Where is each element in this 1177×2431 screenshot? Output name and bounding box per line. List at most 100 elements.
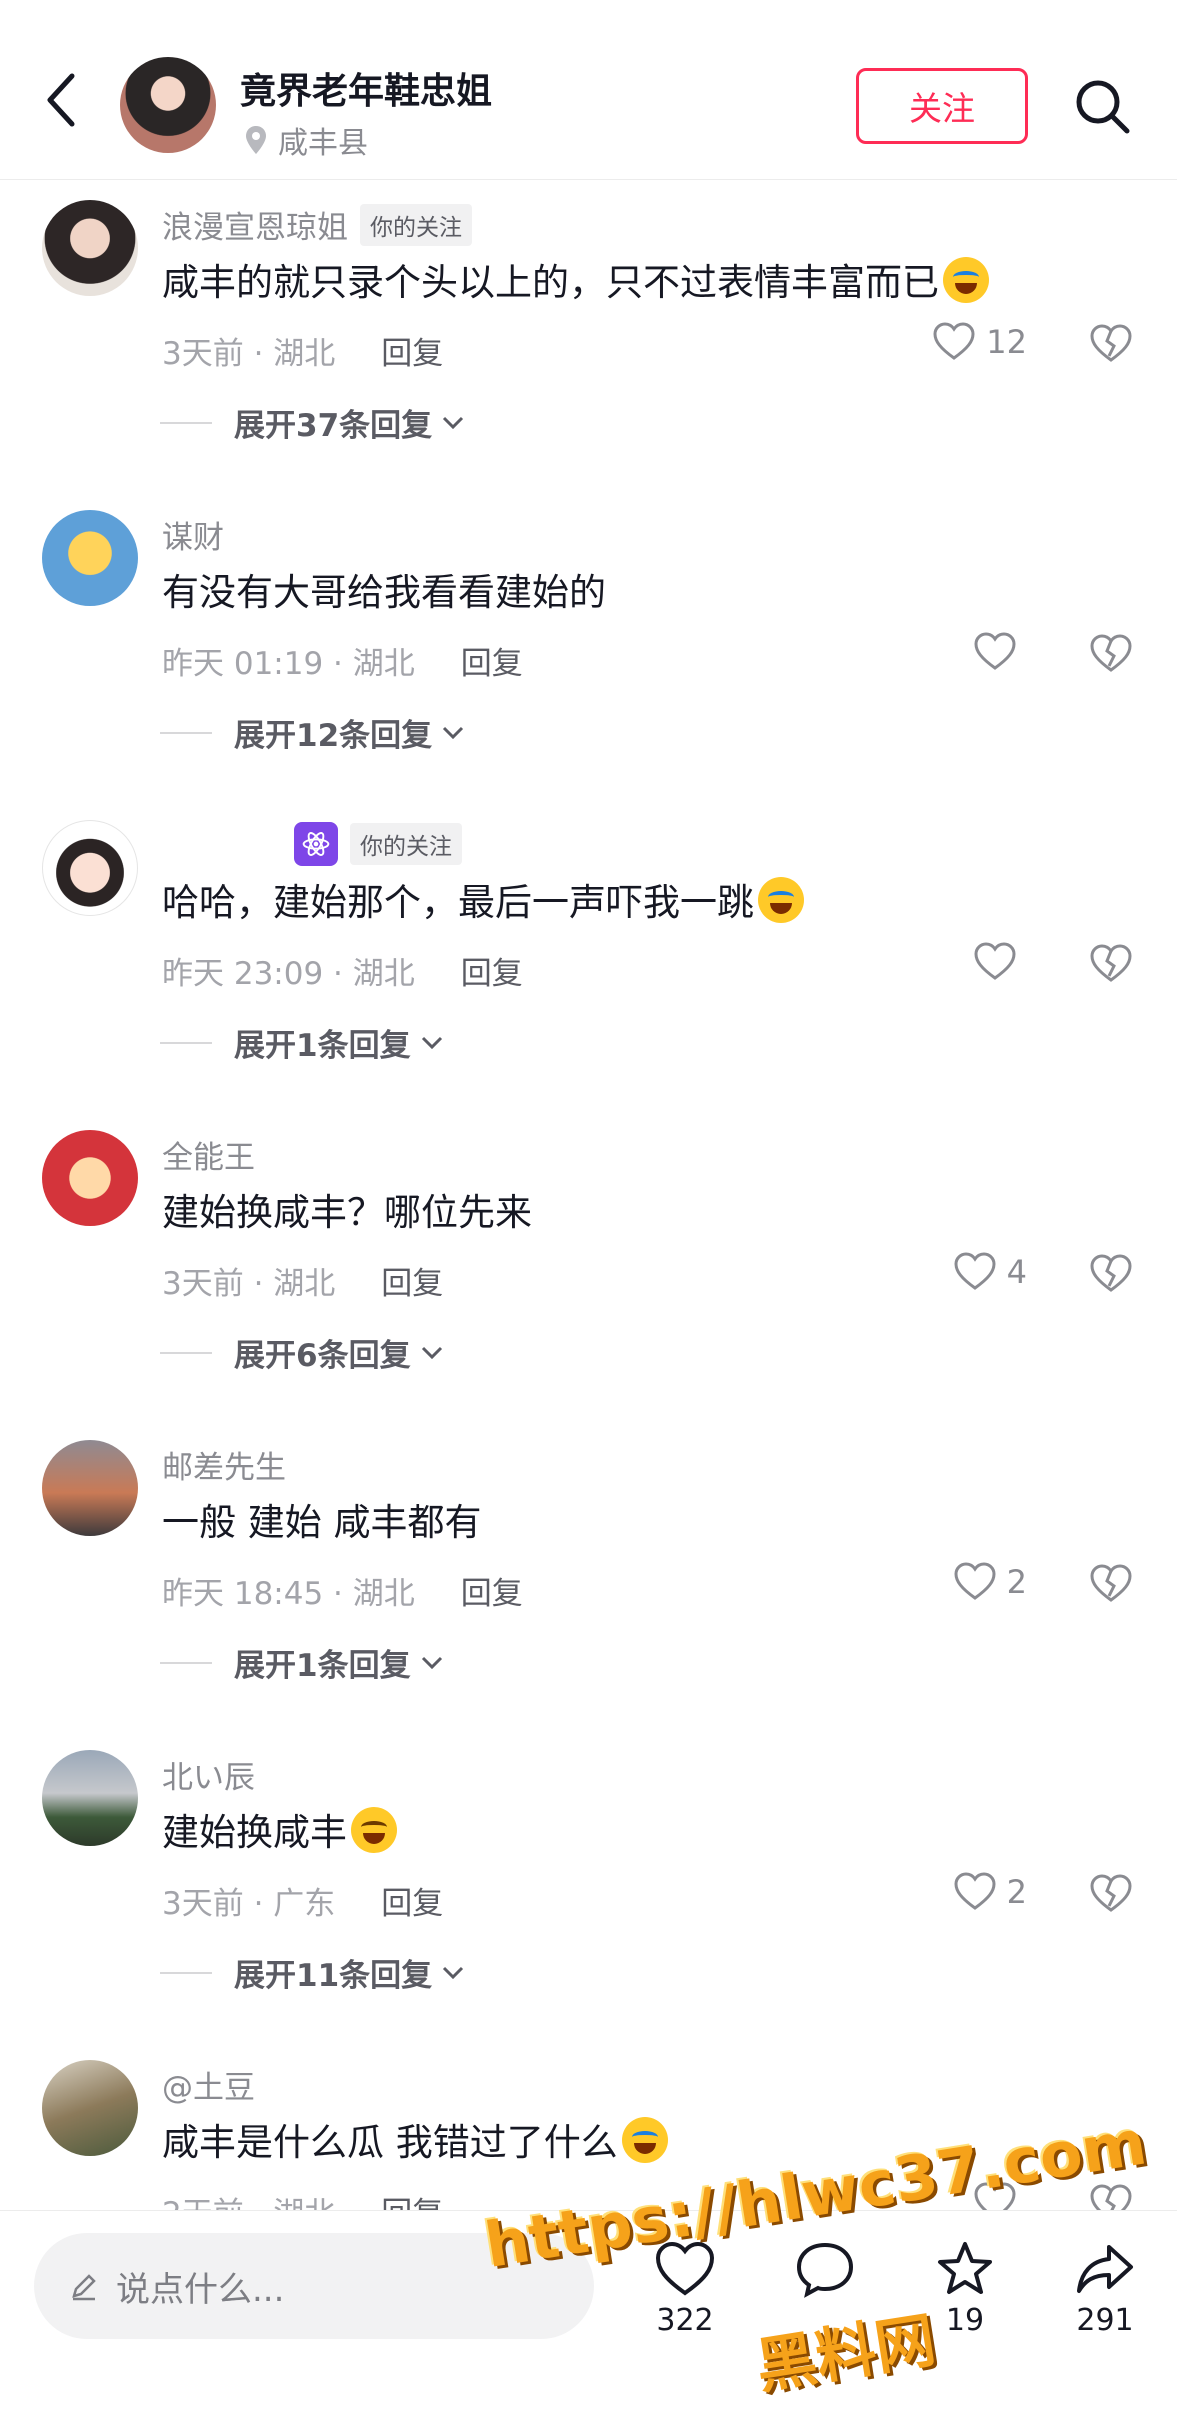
search-icon: [1076, 80, 1130, 134]
broken-heart-icon[interactable]: [1089, 1562, 1133, 1606]
commenter-avatar[interactable]: [42, 1750, 138, 1846]
heart-icon: [655, 2241, 715, 2296]
comment-text-body: 咸丰是什么瓜 我错过了什么: [162, 2121, 618, 2164]
top-bar: 竟界老年鞋忠姐 咸丰县 关注: [0, 0, 1177, 180]
broken-heart-icon[interactable]: [1089, 322, 1133, 366]
share-video-button[interactable]: 291: [1050, 2239, 1160, 2338]
like-count: 12: [986, 323, 1027, 361]
expand-replies-button[interactable]: 展开37条回复: [159, 400, 466, 445]
like-button[interactable]: 2: [953, 1560, 1027, 1604]
follow-button[interactable]: 关注: [856, 68, 1028, 144]
like-button[interactable]: 4: [953, 1250, 1027, 1294]
comment-text: 有没有大哥给我看看建始的: [162, 571, 606, 614]
expand-replies-button[interactable]: 展开1条回复: [160, 1020, 445, 1065]
reply-button[interactable]: 回复: [381, 1878, 443, 1923]
comment-meta: 2天前 · 湖北 回复: [162, 2188, 443, 2210]
commenter-name[interactable]: 谋财: [162, 512, 224, 557]
commenter-avatar[interactable]: [42, 1440, 138, 1536]
commenter-name[interactable]: 北い辰: [162, 1752, 255, 1797]
favorite-video-button[interactable]: 19: [910, 2239, 1020, 2338]
chevron-down-icon: [421, 1346, 442, 1359]
video-like-count: 322: [656, 2303, 714, 2338]
author-location: 咸丰县: [244, 118, 368, 162]
comment-time-location: 3天前 · 湖北: [162, 1266, 336, 1302]
reply-button[interactable]: 回复: [461, 948, 523, 993]
commenter-avatar[interactable]: [42, 510, 138, 606]
broken-heart-icon[interactable]: [1089, 1872, 1133, 1916]
search-button[interactable]: [1072, 76, 1132, 136]
star-icon: [938, 2242, 992, 2294]
back-button[interactable]: [40, 70, 90, 140]
chevron-down-icon: [443, 416, 464, 429]
commenter-avatar[interactable]: [42, 1130, 138, 1226]
comment-text-body: 建始换咸丰: [162, 1811, 347, 1854]
like-video-button[interactable]: 322: [630, 2239, 740, 2338]
commenter-name-text: 邮差先生: [162, 1450, 286, 1486]
comment-video-button[interactable]: [770, 2239, 880, 2303]
comment-time-location: 2天前 · 湖北: [162, 2188, 335, 2210]
chevron-down-icon: [443, 726, 464, 739]
comment-list: 浪漫宣恩琼姐 你的关注 咸丰的就只录个头以上的，只不过表情丰富而已 3天前 · …: [0, 180, 1177, 2210]
chevron-down-icon: [443, 1966, 464, 1979]
reply-button[interactable]: 回复: [461, 1568, 523, 1613]
commenter-avatar[interactable]: [42, 2060, 138, 2156]
expand-replies-label: 展开1条回复: [234, 1028, 411, 1064]
commenter-name-text: 浪漫宣恩琼姐: [162, 210, 348, 246]
comment-input[interactable]: 说点什么...: [34, 2233, 594, 2339]
location-text: 咸丰县: [278, 126, 368, 161]
comment-bubble-icon: [796, 2242, 854, 2298]
video-favorite-count: 19: [945, 2303, 985, 2338]
commenter-name-text: @土豆: [162, 2070, 255, 2106]
like-button[interactable]: [973, 940, 1027, 984]
comment-time-location: 昨天 01:19 · 湖北: [162, 646, 415, 682]
expand-replies-label: 展开12条回复: [234, 718, 433, 754]
like-count: 4: [1006, 1253, 1027, 1291]
comment-text: 一般 建始 咸丰都有: [162, 1501, 482, 1544]
commenter-name[interactable]: 全能王: [162, 1132, 255, 1177]
following-tag: 你的关注: [350, 823, 462, 865]
reply-button[interactable]: 回复: [381, 2188, 443, 2210]
like-button[interactable]: [973, 630, 1027, 674]
heart-icon: [954, 1252, 996, 1290]
reply-button[interactable]: 回复: [461, 638, 523, 683]
like-button[interactable]: [973, 2180, 1027, 2210]
commenter-name[interactable]: 浪漫宣恩琼姐 你的关注: [162, 202, 472, 247]
expand-replies-button[interactable]: 展开11条回复: [159, 1950, 466, 1995]
following-tag: 你的关注: [360, 203, 472, 246]
video-share-count: 291: [1076, 2303, 1134, 2338]
broken-heart-icon[interactable]: [1089, 2182, 1133, 2210]
expand-replies-button[interactable]: 展开12条回复: [159, 710, 466, 755]
atom-badge-icon: [294, 822, 338, 866]
comment-meta: 昨天 23:09 · 湖北 回复: [162, 948, 523, 993]
broken-heart-icon[interactable]: [1089, 632, 1133, 676]
author-avatar[interactable]: [120, 57, 216, 153]
commenter-avatar[interactable]: [42, 820, 138, 916]
heart-icon: [954, 1562, 996, 1600]
comment-item: 浪漫宣恩琼姐 你的关注 咸丰的就只录个头以上的，只不过表情丰富而已 3天前 · …: [0, 190, 1177, 500]
commenter-avatar[interactable]: [42, 200, 138, 296]
author-name[interactable]: 竟界老年鞋忠姐: [240, 62, 492, 114]
like-button[interactable]: 12: [932, 320, 1027, 364]
commenter-name[interactable]: 邮差先生: [162, 1442, 286, 1487]
comment-time-location: 昨天 23:09 · 湖北: [162, 956, 415, 992]
commenter-name[interactable]: @土豆: [162, 2062, 255, 2107]
like-button[interactable]: 2: [953, 1870, 1027, 1914]
reply-button[interactable]: 回复: [381, 1258, 443, 1303]
expand-replies-button[interactable]: 展开1条回复: [160, 1640, 445, 1685]
comment-text: 建始换咸丰？哪位先来: [162, 1191, 532, 1234]
pencil-icon: [72, 2274, 96, 2301]
share-arrow-icon: [1077, 2245, 1133, 2293]
expand-replies-label: 展开37条回复: [234, 408, 433, 444]
blush-emoji-icon: [351, 1807, 397, 1853]
heart-icon: [933, 322, 975, 360]
broken-heart-icon[interactable]: [1089, 1252, 1133, 1296]
expand-replies-button[interactable]: 展开6条回复: [160, 1330, 445, 1375]
reply-button[interactable]: 回复: [381, 328, 443, 373]
like-count: 2: [1006, 1873, 1027, 1911]
bottom-bar: 说点什么... 322 19 291: [0, 2210, 1177, 2431]
commenter-name[interactable]: 你的关注: [162, 822, 462, 866]
commenter-name-text: 北い辰: [162, 1760, 255, 1796]
chevron-left-icon: [47, 73, 75, 127]
heart-icon: [974, 632, 1016, 670]
broken-heart-icon[interactable]: [1089, 942, 1133, 986]
